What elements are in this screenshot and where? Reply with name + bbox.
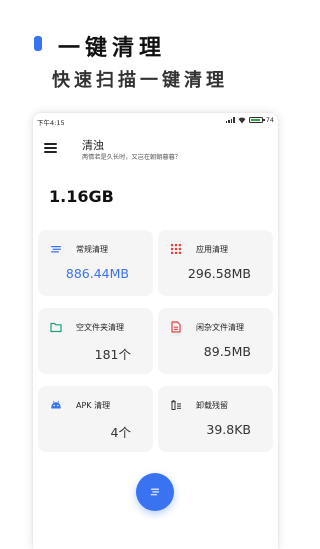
card-label: 常规清理 (76, 245, 108, 254)
menu-icon[interactable] (44, 143, 57, 153)
card-label: APK 清理 (76, 401, 111, 410)
card-apk-clean[interactable]: APK 清理 4个 (38, 386, 153, 452)
promo-title: 一键清理 (58, 35, 167, 61)
battery-level: 74 (265, 116, 274, 124)
card-value: 181个 (94, 347, 131, 362)
promo-accent-bar (34, 36, 42, 51)
card-value: 886.44MB (65, 266, 129, 281)
grid-dots-icon (171, 244, 181, 254)
promo-subtitle: 快速扫描一键清理 (52, 70, 228, 91)
folder-icon (50, 322, 62, 333)
app-title: 清浊 (82, 139, 104, 152)
card-label: 卸载残留 (196, 401, 228, 410)
card-value: 296.58MB (187, 266, 251, 281)
status-icons: 74 (225, 116, 274, 124)
card-misc-file-clean[interactable]: 闲杂文件清理 89.5MB (158, 308, 273, 374)
status-bar: 下午4:15 74 (33, 113, 278, 129)
trash-list-icon (171, 400, 181, 410)
clean-lines-icon (150, 488, 159, 496)
card-uninstall-residue[interactable]: 卸载残留 39.8KB (158, 386, 273, 452)
status-time: 下午4:15 (37, 119, 65, 127)
total-junk-size: 1.16GB (49, 187, 114, 206)
card-regular-clean[interactable]: 常规清理 886.44MB (38, 230, 153, 296)
card-label: 闲杂文件清理 (196, 323, 244, 332)
phone-screen: 下午4:15 74 清浊 两情若是久长时，又岂在朝朝暮暮？ 1.16GB 常规清… (33, 113, 278, 549)
card-value: 4个 (110, 425, 131, 440)
card-label: 空文件夹清理 (76, 323, 124, 332)
wifi-icon (238, 117, 246, 123)
card-value: 39.8KB (206, 422, 251, 437)
android-icon (51, 400, 61, 409)
card-value: 89.5MB (203, 344, 251, 359)
card-empty-folder-clean[interactable]: 空文件夹清理 181个 (38, 308, 153, 374)
list-lines-icon (51, 246, 61, 253)
card-label: 应用清理 (196, 245, 228, 254)
start-clean-button[interactable] (136, 473, 174, 511)
app-subtitle: 两情若是久长时，又岂在朝朝暮暮？ (82, 154, 181, 161)
battery-icon (248, 117, 265, 123)
document-icon (171, 321, 181, 333)
card-app-clean[interactable]: 应用清理 296.58MB (158, 230, 273, 296)
signal-icon (225, 117, 235, 123)
